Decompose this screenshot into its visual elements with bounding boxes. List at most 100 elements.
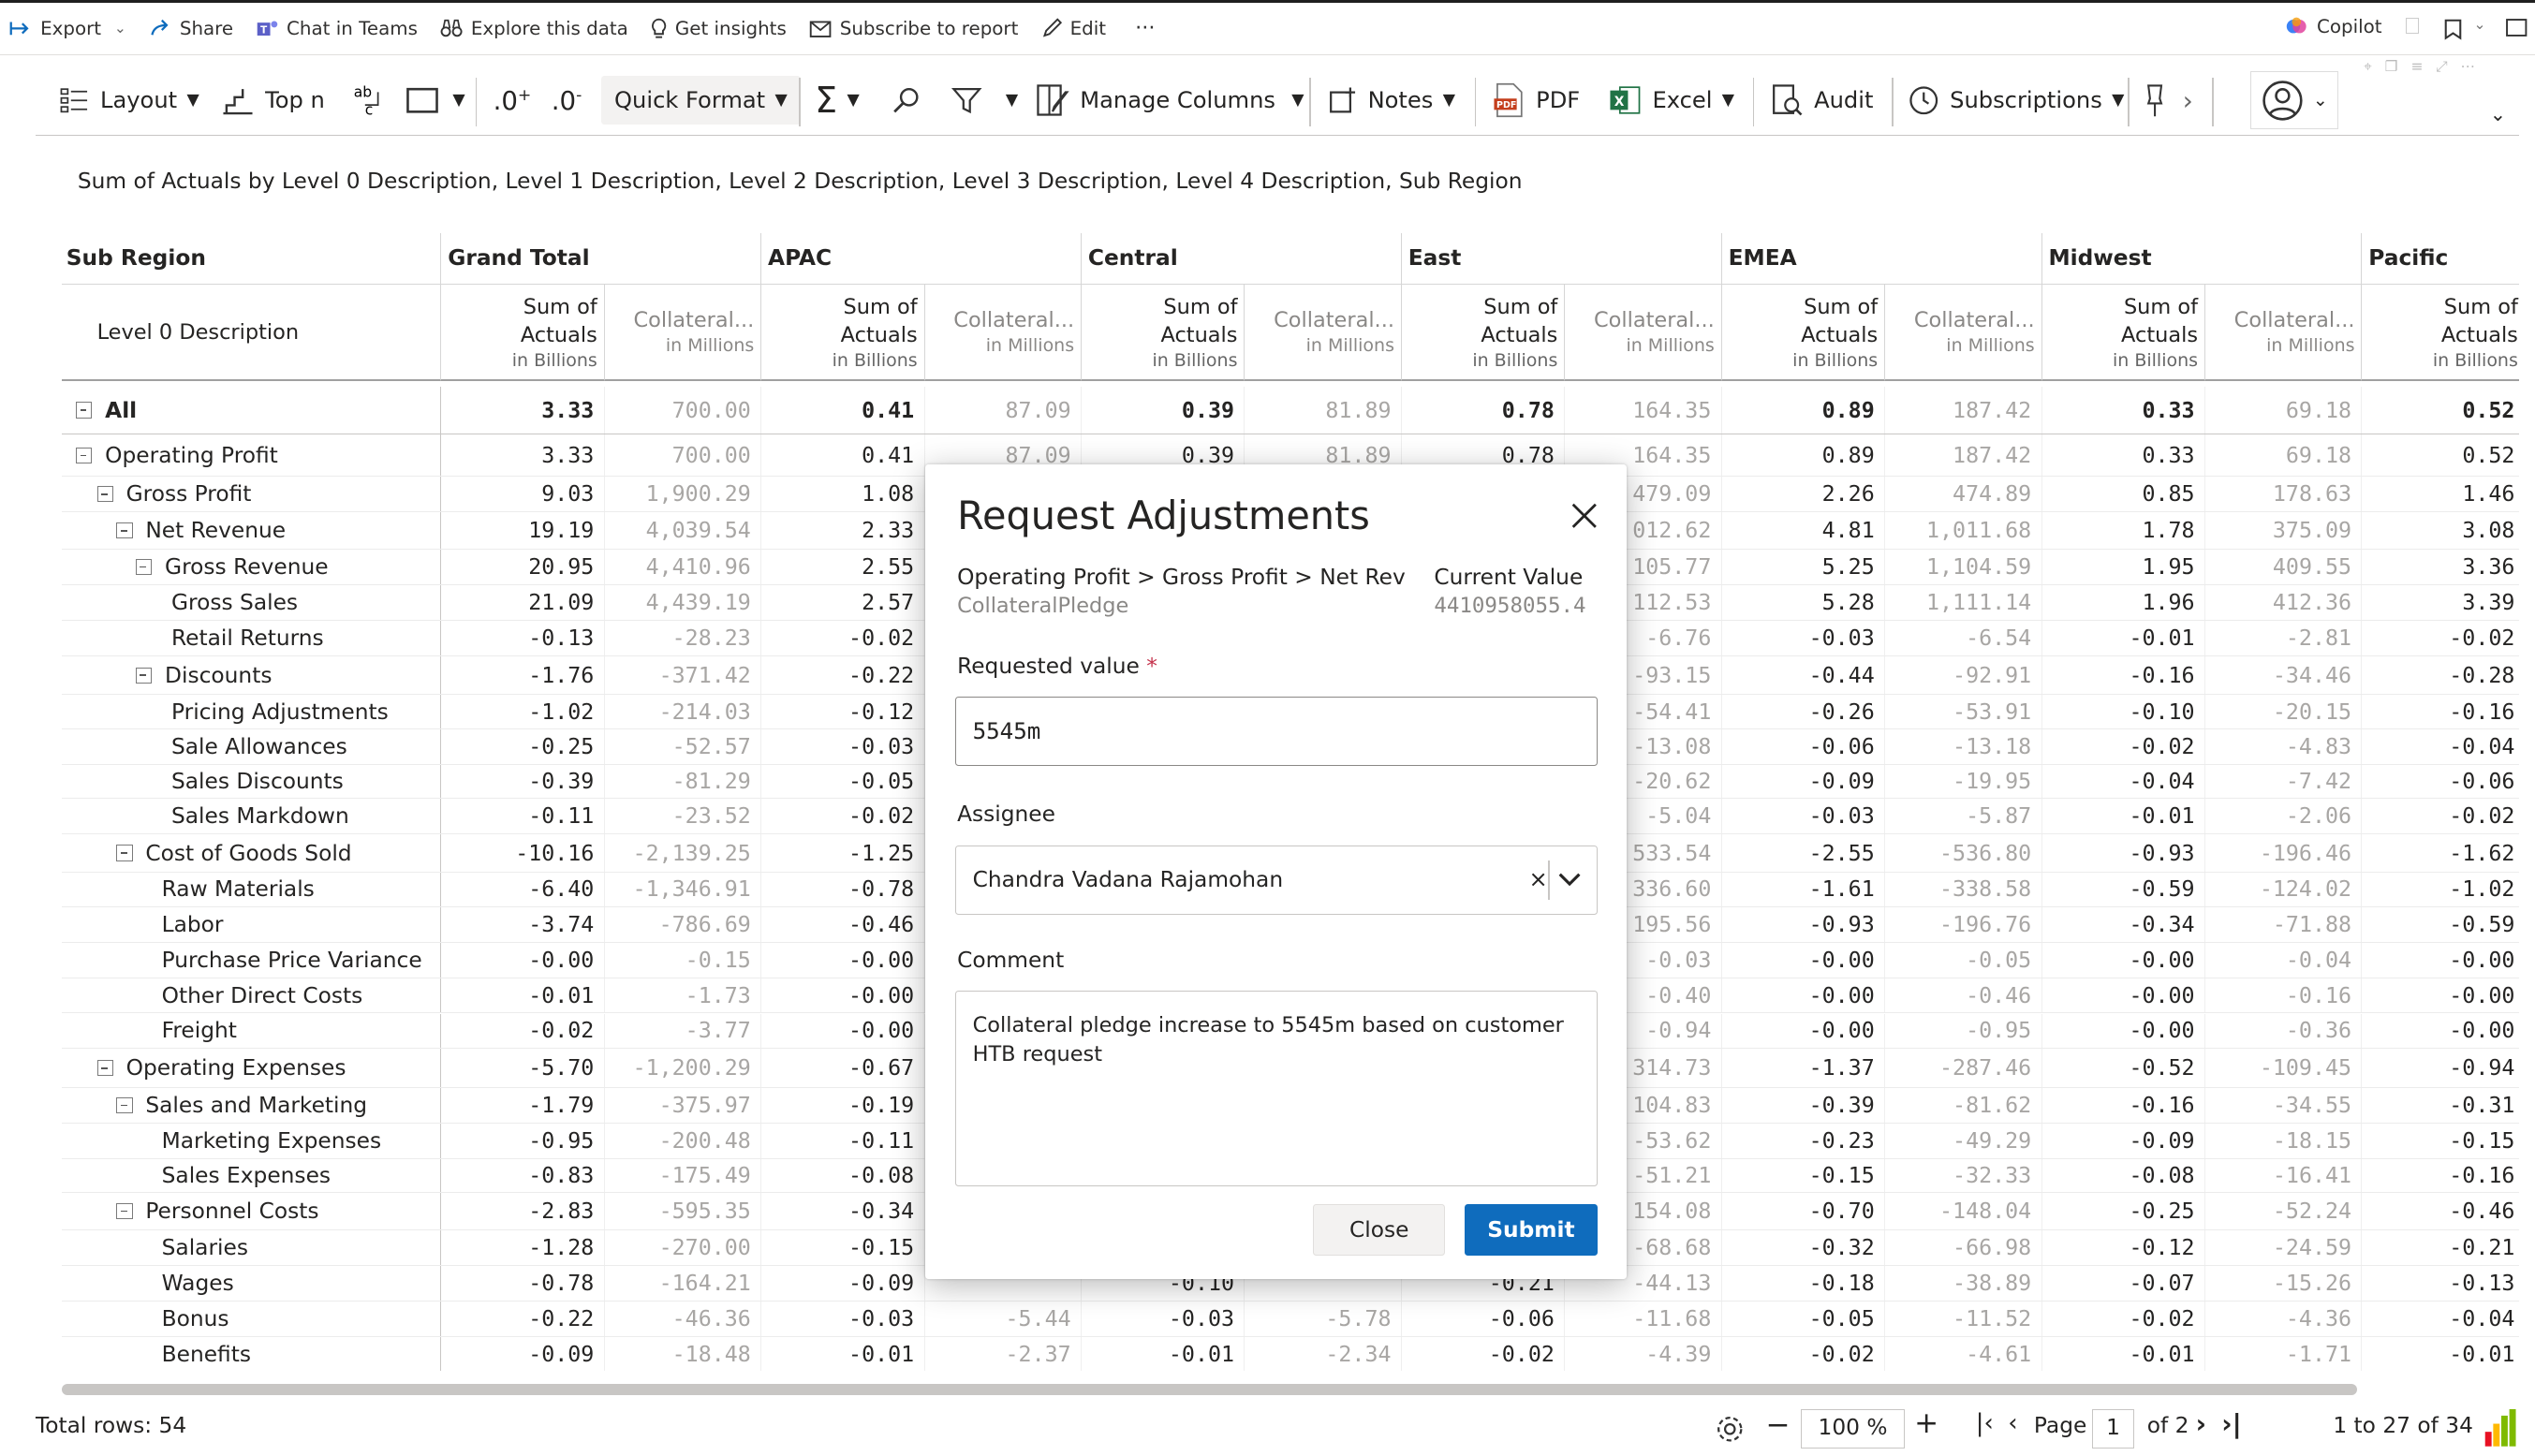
top-action-get-insights[interactable]: Get insights [651,18,787,39]
actuals-cell[interactable]: -0.39 [441,764,605,798]
actuals-cell[interactable]: -0.34 [761,1193,925,1229]
collateral-cell[interactable]: -66.98 [1885,1229,2042,1265]
collateral-cell[interactable]: -6.54 [1885,620,2042,655]
actuals-cell[interactable]: -0.00 [1722,942,1886,978]
collateral-cell[interactable]: 69.18 [2205,434,2363,477]
actuals-cell[interactable]: 1.96 [2042,584,2205,620]
actuals-cell[interactable]: 3.08 [2362,512,2518,549]
actuals-cell[interactable]: -0.19 [761,1087,925,1123]
actuals-cell[interactable]: -0.00 [2042,978,2205,1013]
collateral-cell[interactable]: -196.76 [1885,906,2042,942]
collateral-cell[interactable]: -164.21 [605,1265,762,1301]
actuals-cell[interactable]: -0.16 [2362,695,2518,728]
table-row[interactable]: Bonus -0.22 -46.36 -0.03 -5.44 -0.03 -5.78 -0.0… [61,1301,2519,1337]
collateral-cell[interactable]: -0.36 [2205,1013,2363,1049]
actuals-cell[interactable]: -0.05 [1722,1301,1886,1336]
table-row[interactable]: Benefits -0.09 -18.48 -0.01 -2.37 -0.01 -2.34-… [62,1336,2519,1372]
more-icon[interactable]: ··· [1135,16,1155,40]
actuals-cell[interactable]: -2.83 [441,1193,605,1229]
row-label-cell[interactable]: Wages [62,1265,442,1301]
collateral-cell[interactable]: 81.89 [1245,386,1402,434]
actuals-cell[interactable]: -0.95 [441,1123,605,1158]
actuals-cell[interactable]: 2.57 [761,584,925,620]
collateral-cell[interactable]: -52.24 [2205,1193,2363,1229]
actuals-cell[interactable]: -0.06 [1402,1301,1566,1336]
actuals-cell[interactable]: -0.10 [2042,695,2205,728]
actuals-cell[interactable]: -0.06 [2362,765,2518,798]
measure-header-collateral[interactable]: Collateral... in Millions [604,284,762,382]
collateral-cell[interactable]: 474.89 [1885,477,2042,512]
top-action-edit[interactable]: Edit [1041,18,1106,39]
actuals-cell[interactable]: -0.93 [1722,906,1886,942]
actuals-cell[interactable]: -0.59 [2362,907,2518,942]
actuals-cell[interactable]: -0.13 [441,620,605,655]
collateral-cell[interactable]: -20.15 [2205,695,2363,728]
collateral-cell[interactable]: -71.88 [2205,906,2363,942]
top-action-chat-in-teams[interactable]: T Chat in Teams [256,18,418,39]
actuals-cell[interactable]: -0.34 [2042,906,2205,942]
horizontal-scrollbar[interactable] [61,1383,2358,1395]
actuals-cell[interactable]: -0.02 [1722,1336,1886,1372]
first-page-icon[interactable]: |‹ [1976,1409,1994,1437]
actuals-cell[interactable]: -0.01 [1082,1336,1245,1372]
measure-header-collateral[interactable]: Collateral... in Millions [1565,284,1722,382]
actuals-cell[interactable]: -0.01 [761,1336,925,1372]
collateral-cell[interactable]: -2.34 [1245,1336,1402,1372]
collapse-toolbar-icon[interactable]: ⌄ [2490,103,2506,125]
gear-icon[interactable] [1714,1413,1746,1446]
actuals-cell[interactable]: -0.09 [441,1336,605,1372]
actuals-cell[interactable]: -1.02 [441,695,605,728]
collateral-cell[interactable]: -124.02 [2205,873,2363,906]
collateral-cell[interactable]: -3.77 [605,1013,762,1049]
actuals-cell[interactable]: -0.04 [2362,1302,2518,1336]
row-label-cell[interactable]: Other Direct Costs [62,978,442,1013]
actuals-cell[interactable]: -0.01 [2362,1337,2518,1371]
actuals-cell[interactable]: -0.00 [761,942,925,978]
row-label-cell[interactable]: Gross Revenue [62,550,442,584]
collateral-cell[interactable]: -287.46 [1885,1049,2042,1087]
collateral-cell[interactable]: -4.36 [2205,1301,2363,1336]
row-label-cell[interactable]: Operating Profit [62,434,442,477]
collateral-cell[interactable]: -34.55 [2205,1087,2363,1123]
top-action-export[interactable]: Export ⌄ [9,18,126,39]
actuals-cell[interactable]: 19.19 [441,512,605,549]
actuals-cell[interactable]: 0.33 [2042,386,2205,434]
row-label-cell[interactable]: Sale Allowances [62,728,442,764]
collateral-cell[interactable]: 1,111.14 [1885,584,2042,620]
measure-header-actuals[interactable]: Sum of Actuals in Billions [1721,284,1886,382]
collateral-cell[interactable]: 178.63 [2205,477,2363,512]
actuals-cell[interactable]: 2.33 [761,512,925,549]
increase-decimal-button[interactable]: .0+ [494,65,532,136]
collateral-cell[interactable]: -338.58 [1885,873,2042,906]
actuals-cell[interactable]: 3.36 [2362,550,2518,584]
quick-format-dropdown[interactable]: Quick Format ▼ [601,76,801,125]
actuals-cell[interactable]: -0.02 [441,1013,605,1049]
collateral-cell[interactable]: -196.46 [2205,833,2363,873]
actuals-cell[interactable]: 1.46 [2362,477,2518,511]
focus-mode-icon[interactable]: ⤢ [2436,58,2447,76]
collateral-cell[interactable]: 87.09 [925,386,1082,434]
row-label-cell[interactable]: Marketing Expenses [62,1123,442,1158]
search-button[interactable] [890,65,922,136]
collapse-toggle-icon[interactable] [96,1060,113,1077]
actuals-cell[interactable]: -0.22 [761,655,925,695]
actuals-cell[interactable]: 20.95 [441,550,605,584]
actuals-cell[interactable]: -1.79 [441,1087,605,1123]
actuals-cell[interactable]: -0.02 [761,620,925,655]
requested-value-input[interactable]: 5545m [955,697,1598,767]
collateral-cell[interactable]: -0.16 [2205,978,2363,1013]
actuals-cell[interactable]: -0.00 [2362,943,2518,978]
actuals-cell[interactable]: -0.03 [1082,1301,1245,1336]
actuals-cell[interactable]: -0.15 [1722,1158,1886,1193]
collateral-cell[interactable]: -46.36 [605,1301,762,1336]
actuals-cell[interactable]: -0.28 [2362,656,2518,694]
collateral-cell[interactable]: -1,200.29 [605,1049,762,1087]
collateral-cell[interactable]: -371.42 [605,655,762,695]
collateral-cell[interactable]: -2.81 [2205,620,2363,655]
actuals-cell[interactable]: -0.70 [1722,1193,1886,1229]
top-action-subscribe-to-report[interactable]: Subscribe to report [809,18,1018,39]
top-action-explore-this-data[interactable]: Explore this data [440,18,628,39]
region-header[interactable]: Central [1082,232,1402,285]
row-label-cell[interactable]: Gross Sales [62,584,442,620]
collateral-cell[interactable]: -1.73 [605,978,762,1013]
